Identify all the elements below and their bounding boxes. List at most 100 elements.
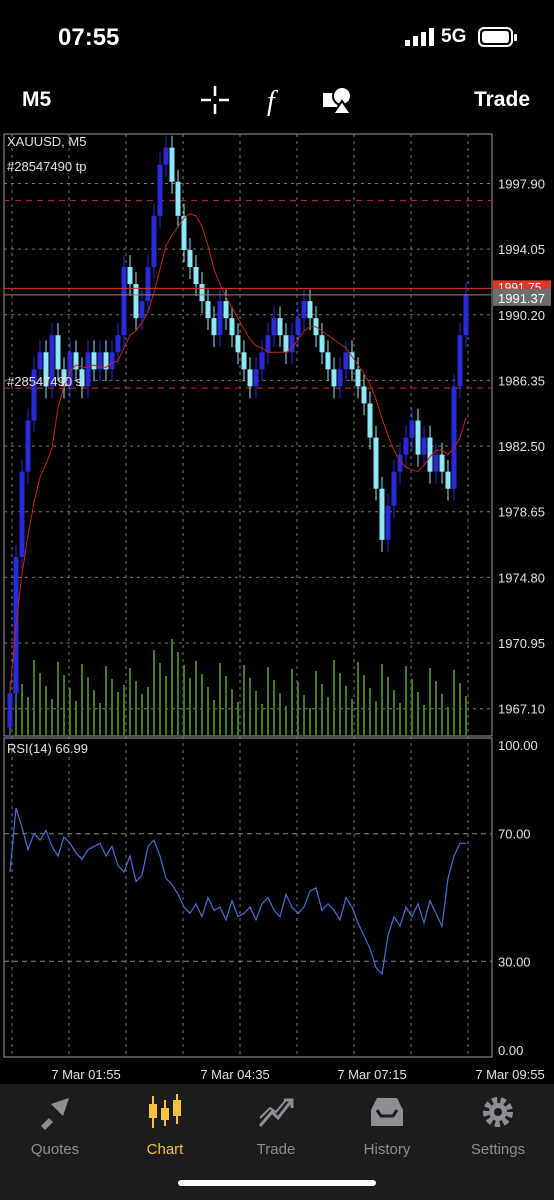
- volume-bar: [171, 639, 173, 736]
- tab-trade[interactable]: Trade: [221, 1092, 331, 1158]
- tab-history[interactable]: History: [332, 1092, 442, 1158]
- candle-body: [361, 386, 367, 404]
- volume-bar: [393, 690, 395, 736]
- candle-body: [187, 249, 193, 268]
- candle-body: [325, 352, 331, 370]
- volume-bar: [345, 686, 347, 736]
- volume-bar: [339, 673, 341, 736]
- volume-bar: [27, 697, 29, 736]
- volume-bar: [441, 694, 443, 736]
- time-tick-label: 7 Mar 01:55: [51, 1067, 120, 1082]
- candle-body: [205, 301, 211, 319]
- candle-body: [415, 420, 421, 455]
- function-icon[interactable]: f: [262, 83, 292, 117]
- tab-settings[interactable]: Settings: [443, 1092, 553, 1158]
- price-tick-label: 1990.20: [498, 308, 545, 323]
- price-tick-label: 1997.90: [498, 176, 545, 191]
- volume-bar: [405, 666, 407, 736]
- tab-history-label: History: [363, 1141, 411, 1158]
- volume-bar: [207, 687, 209, 736]
- volume-bar: [99, 703, 101, 736]
- timeframe-button[interactable]: M5: [22, 88, 51, 112]
- volume-bar: [327, 697, 329, 736]
- price-chart[interactable]: 1997.90 1994.05 1990.20 1986.35 1982.50 1978.…: [0, 128, 554, 1090]
- candle-body: [331, 369, 337, 387]
- volume-bar: [375, 701, 377, 736]
- volume-bar: [219, 663, 221, 736]
- status-time: 07:55: [58, 24, 120, 51]
- candle-body: [379, 488, 385, 540]
- candle-body: [319, 335, 325, 353]
- candle-body: [463, 294, 469, 336]
- candle-body: [271, 318, 277, 336]
- volume-bar: [147, 687, 149, 736]
- volume-bar: [141, 694, 143, 736]
- cellular-signal-icon: [405, 28, 434, 46]
- candle-body: [139, 301, 145, 319]
- volume-bar: [453, 670, 455, 736]
- candle-body: [217, 301, 223, 336]
- candle-body: [169, 147, 175, 182]
- home-indicator: [178, 1180, 376, 1186]
- volume-bar: [261, 704, 263, 736]
- volume-bar: [123, 685, 125, 736]
- volume-bar: [279, 693, 281, 736]
- chart-canvas[interactable]: 1997.90 1994.05 1990.20 1986.35 1982.50 1978.…: [0, 128, 554, 1090]
- price-tick-label: 1974.80: [498, 570, 545, 585]
- candle-body: [445, 471, 451, 489]
- volume-bar: [63, 675, 65, 736]
- candle-body: [295, 318, 301, 336]
- candle-body: [259, 352, 265, 370]
- candle-body: [265, 335, 271, 353]
- tab-chart[interactable]: Chart: [110, 1092, 220, 1158]
- volume-bar: [81, 664, 83, 736]
- volume-bar: [213, 700, 215, 736]
- time-tick-label: 7 Mar 09:55: [475, 1067, 544, 1082]
- candle-body: [223, 301, 229, 319]
- tab-quotes[interactable]: Quotes: [0, 1092, 110, 1158]
- rsi-tick-label: 70.00: [498, 827, 531, 842]
- volume-bar: [303, 695, 305, 736]
- candle-body: [115, 335, 121, 353]
- price-tick-label: 1967.10: [498, 702, 545, 717]
- candle-body: [439, 454, 445, 472]
- objects-icon[interactable]: [320, 83, 354, 117]
- candle-body: [163, 147, 169, 165]
- candle-body: [451, 386, 457, 489]
- volume-bar: [411, 679, 413, 736]
- candle-body: [193, 267, 199, 285]
- sl-order-label: #28547490 sl: [7, 374, 85, 389]
- trade-button[interactable]: Trade: [474, 88, 530, 112]
- candle-body: [109, 352, 115, 370]
- quotes-icon: [41, 1098, 69, 1130]
- volume-bar: [435, 681, 437, 736]
- moving-average-line: [9, 213, 467, 694]
- candle-body: [355, 369, 361, 387]
- candle-body: [121, 267, 127, 336]
- price-tick-label: 1986.35: [498, 373, 545, 388]
- candle-body: [337, 369, 343, 387]
- candle-body: [127, 267, 133, 285]
- settings-icon: [483, 1097, 513, 1127]
- volume-bar: [183, 665, 185, 736]
- volume-bar: [267, 667, 269, 736]
- volume-bar: [429, 668, 431, 736]
- volume-bar: [273, 680, 275, 736]
- rsi-line: [9, 808, 467, 976]
- volume-bar: [129, 668, 131, 736]
- history-icon: [371, 1098, 403, 1126]
- battery-icon: [478, 27, 517, 47]
- candle-body: [211, 318, 217, 336]
- crosshair-icon[interactable]: [198, 83, 232, 117]
- volume-bar: [201, 674, 203, 736]
- volume-bar: [195, 661, 197, 736]
- candle-body: [403, 437, 409, 455]
- chart-toolbar: M5 f Trade: [0, 75, 554, 125]
- volume-bar: [105, 666, 107, 736]
- volume-bar: [225, 676, 227, 736]
- volume-bar: [285, 706, 287, 736]
- volume-bar: [45, 686, 47, 736]
- time-tick-label: 7 Mar 04:35: [200, 1067, 269, 1082]
- volume-bar: [189, 678, 191, 736]
- volume-bar: [87, 677, 89, 736]
